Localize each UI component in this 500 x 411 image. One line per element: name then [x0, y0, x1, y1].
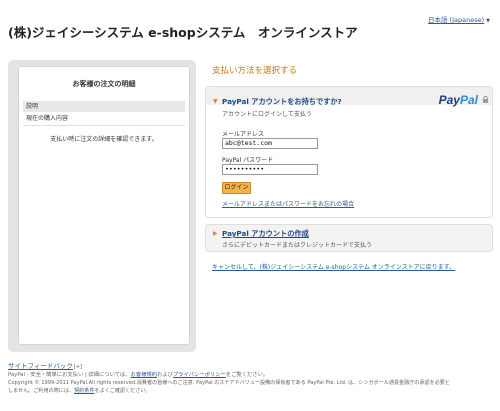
order-summary-card: お客様の注文の明細 説明 現在の購入内容 支払い時に注文の詳細を確認できます。: [18, 66, 190, 345]
order-details-note: 支払い時に注文の詳細を確認できます。: [50, 136, 158, 143]
password-input[interactable]: ••••••••••: [222, 164, 318, 175]
expanded-triangle-icon: ▼: [213, 98, 218, 105]
cancel-return-link[interactable]: キャンセルして、(株)ジェイシーシステム e-shopシステム オンラインストア…: [212, 262, 455, 271]
forgot-credentials-link[interactable]: メールアドレスまたはパスワードをお忘れの場合: [222, 199, 354, 208]
site-feedback-link[interactable]: サイトフィードバック: [8, 362, 73, 370]
footer-text: をよくご確認ください。: [94, 388, 151, 394]
terms-link[interactable]: 契約条件: [74, 388, 94, 394]
paypal-login-panel: ▼ PayPal アカウントをお持ちですか? アカウントにログインして支払う P…: [205, 86, 493, 218]
login-button[interactable]: ログイン: [222, 182, 251, 194]
footer-text: しません。ご利用の際には、: [8, 388, 75, 394]
create-account-title[interactable]: PayPal アカウントの作成: [222, 229, 309, 239]
footer-text: をご覧ください。: [225, 372, 269, 378]
current-purchase-row: 現在の購入内容: [23, 113, 185, 126]
login-panel-subtitle: アカウントにログインして支払う: [222, 111, 312, 118]
footer-text: および: [157, 372, 173, 378]
collapsed-triangle-icon: ▶: [213, 230, 218, 237]
description-column-header: 説明: [23, 101, 185, 112]
shop-title: (株)ジェイシーシステム e-shopシステム オンラインストア: [8, 25, 358, 40]
footer-line-3: しません。ご利用の際には、契約条件をよくご確認ください。: [8, 387, 151, 394]
login-panel-title[interactable]: PayPal アカウントをお持ちですか?: [222, 97, 342, 107]
email-label: メールアドレス: [222, 131, 265, 138]
language-label: 日本語 (Japanese): [427, 16, 485, 24]
user-agreement-link[interactable]: お客様規約: [131, 372, 158, 378]
order-summary-panel: お客様の注文の明細 説明 現在の購入内容 支払い時に注文の詳細を確認できます。: [8, 60, 196, 352]
privacy-policy-link[interactable]: プライバシーポリシー: [173, 372, 226, 378]
email-input[interactable]: abc@test.com: [222, 138, 318, 149]
chevron-down-icon: ▼: [486, 18, 490, 24]
create-account-panel[interactable]: ▶ PayPal アカウントの作成 さらにデビットカードまたはクレジットカードで…: [205, 224, 493, 252]
footer-line-2: Copyright © 1999-2011 PayPal.All rights …: [8, 380, 450, 386]
site-feedback[interactable]: サイトフィードバック[+]: [8, 360, 82, 370]
payment-section-title: 支払い方法を選択する: [212, 66, 298, 76]
footer-line-1: PayPal - 安全・簡単にお支払い | 詳細については、お客様規約およびプラ…: [8, 370, 268, 378]
create-account-subtitle: さらにデビットカードまたはクレジットカードで支払う: [222, 242, 373, 249]
footer-text: PayPal - 安全・簡単にお支払い | 詳細については、: [8, 372, 131, 378]
lock-icon: [482, 96, 489, 103]
language-selector[interactable]: 日本語 (Japanese) ▼: [428, 14, 490, 24]
paypal-logo: PayPal: [438, 93, 478, 107]
password-label: PayPal パスワード: [222, 157, 274, 164]
order-summary-title: お客様の注文の明細: [72, 80, 136, 88]
